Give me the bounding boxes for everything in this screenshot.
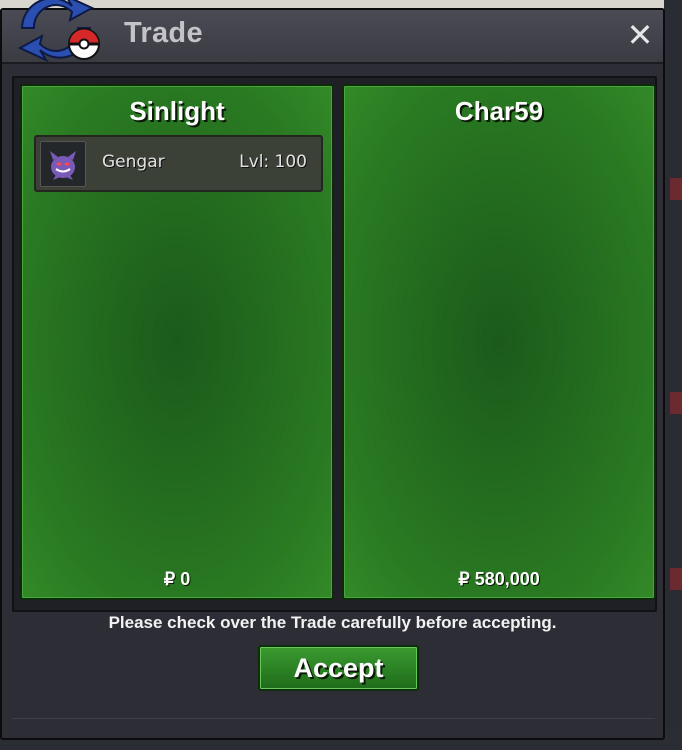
money-offer-left: ₽ 0 xyxy=(163,569,191,589)
window-footer xyxy=(12,718,655,733)
trade-window: Trade ✕ Sinlight Gengar Lvl: 100 ₽ 0 Cha… xyxy=(0,8,665,740)
trader-name-left: Sinlight xyxy=(129,96,225,126)
trade-panel-right: Char59 ₽ 580,000 xyxy=(342,84,656,600)
trade-panel-left: Sinlight Gengar Lvl: 100 ₽ 0 xyxy=(20,84,334,600)
close-icon[interactable]: ✕ xyxy=(623,18,657,52)
window-title: Trade xyxy=(124,17,203,49)
trader-name-right: Char59 xyxy=(454,96,544,126)
gengar-icon xyxy=(40,141,86,187)
trade-logo-icon xyxy=(17,0,100,63)
trade-notice: Please check over the Trade carefully be… xyxy=(108,613,557,632)
item-level: Lvl: 100 xyxy=(239,152,307,172)
trade-item-gengar[interactable]: Gengar Lvl: 100 xyxy=(34,135,323,192)
item-name: Gengar xyxy=(102,152,165,172)
trade-panels-container: Sinlight Gengar Lvl: 100 ₽ 0 Char59 ₽ 58… xyxy=(12,76,657,612)
money-offer-right: ₽ 580,000 xyxy=(458,569,540,589)
accept-button[interactable]: Accept xyxy=(258,645,419,691)
background-scene-right xyxy=(664,0,682,750)
